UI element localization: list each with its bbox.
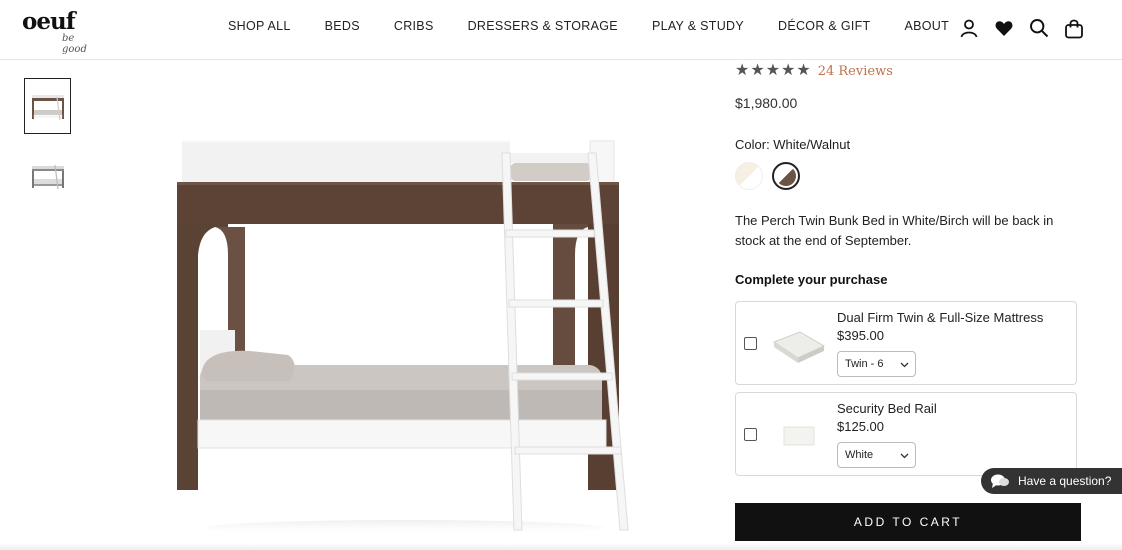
- add-to-cart-button[interactable]: ADD TO CART: [735, 503, 1081, 541]
- color-label: Color: White/Walnut: [735, 137, 851, 152]
- upsell-name: Dual Firm Twin & Full-Size Mattress: [837, 310, 1044, 325]
- select-value: White: [845, 449, 874, 461]
- complete-purchase-title: Complete your purchase: [735, 272, 888, 287]
- bunk-bed-thumbnail-icon: [31, 164, 64, 190]
- reviews-link[interactable]: 24 Reviews: [818, 64, 893, 79]
- cart-bag-icon[interactable]: [1056, 15, 1091, 41]
- chat-widget[interactable]: Have a question?: [981, 468, 1122, 494]
- upsell-card-mattress: Dual Firm Twin & Full-Size Mattress $395…: [735, 301, 1077, 385]
- upsell-name: Security Bed Rail: [837, 401, 937, 416]
- upsell-price: $395.00: [837, 328, 884, 343]
- star-icon: ★: [796, 62, 811, 79]
- nav-play-study[interactable]: PLAY & STUDY: [652, 19, 744, 33]
- chat-label: Have a question?: [1018, 474, 1112, 488]
- nav-beds[interactable]: BEDS: [325, 19, 360, 33]
- thumbnail-1[interactable]: [24, 78, 71, 134]
- upsell-size-select[interactable]: Twin - 6: [837, 351, 916, 377]
- upsell-checkbox[interactable]: [744, 337, 757, 350]
- thumbnail-2[interactable]: [24, 148, 71, 204]
- brand-tagline: be good: [62, 33, 87, 55]
- chevron-down-icon: [900, 359, 909, 371]
- header-icons: [951, 15, 1091, 41]
- wishlist-heart-icon[interactable]: [986, 15, 1021, 41]
- bunk-bed-thumbnail-icon: [31, 95, 64, 121]
- search-icon[interactable]: [1021, 15, 1056, 41]
- swatch-white-walnut[interactable]: [772, 162, 800, 190]
- brand-name: oeuf: [22, 8, 76, 35]
- chevron-down-icon: [900, 450, 909, 462]
- nav-cribs[interactable]: CRIBS: [394, 19, 434, 33]
- swatch-fill: [776, 166, 796, 186]
- bottom-edge: [0, 543, 1122, 550]
- upsell-color-select[interactable]: White: [837, 442, 916, 468]
- select-value: Twin - 6: [845, 358, 884, 370]
- upsell-card-bed-rail: Security Bed Rail $125.00 White: [735, 392, 1077, 476]
- stock-note: The Perch Twin Bunk Bed in White/Birch w…: [735, 213, 1054, 248]
- account-icon[interactable]: [951, 15, 986, 41]
- star-icon: ★: [735, 62, 750, 79]
- bed-rail-image: [783, 426, 815, 446]
- nav-shop-all[interactable]: SHOP ALL: [228, 19, 291, 33]
- brand-logo[interactable]: oeuf be good: [22, 8, 102, 55]
- product-image-bunk-bed: [177, 140, 629, 536]
- nav-decor-gift[interactable]: DÉCOR & GIFT: [778, 19, 871, 33]
- chat-bubble-icon: [990, 473, 1010, 489]
- site-header: oeuf be good SHOP ALL BEDS CRIBS DRESSER…: [0, 0, 1122, 60]
- mattress-image: [772, 331, 826, 363]
- rating-row: ★ ★ ★ ★ ★ 24 Reviews: [735, 62, 893, 80]
- product-page: oeuf be good SHOP ALL BEDS CRIBS DRESSER…: [0, 0, 1122, 550]
- upsell-price: $125.00: [837, 419, 884, 434]
- product-price: $1,980.00: [735, 95, 798, 111]
- nav-about[interactable]: ABOUT: [905, 19, 950, 33]
- main-nav: SHOP ALL BEDS CRIBS DRESSERS & STORAGE P…: [228, 19, 983, 33]
- upsell-checkbox[interactable]: [744, 428, 757, 441]
- star-icon: ★: [781, 62, 796, 79]
- nav-dressers-storage[interactable]: DRESSERS & STORAGE: [468, 19, 618, 33]
- star-icon: ★: [750, 62, 765, 79]
- star-icon: ★: [765, 62, 781, 79]
- swatch-white-birch[interactable]: [735, 162, 763, 190]
